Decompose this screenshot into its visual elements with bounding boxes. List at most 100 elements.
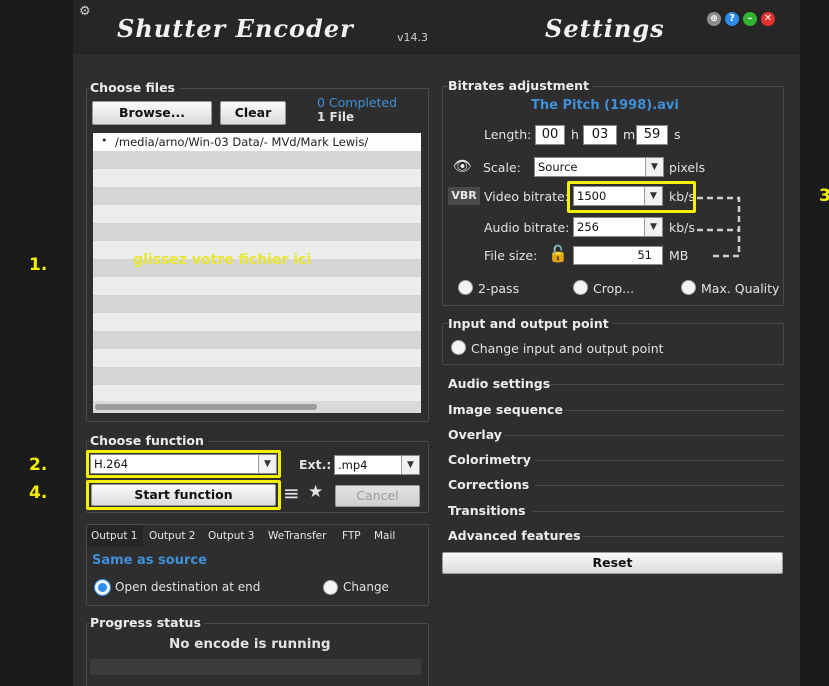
audio-bitrate-label: Audio bitrate:	[484, 220, 570, 235]
completed-count: 0 Completed	[317, 95, 398, 110]
audio-bitrate-select[interactable]: 256 ▼	[573, 217, 663, 237]
crop-label: Crop...	[593, 281, 635, 296]
scrollbar-thumb[interactable]	[95, 404, 317, 410]
annotation-2: 2.	[29, 455, 48, 475]
two-pass-radio[interactable]	[458, 280, 473, 295]
seconds-unit: s	[674, 127, 681, 142]
list-item[interactable]: • /media/arno/Win-03 Data/- MVd/Mark Lew…	[93, 133, 421, 151]
section-colorimetry[interactable]: Colorimetry	[448, 452, 535, 467]
extension-select[interactable]: .mp4 ▼	[334, 455, 420, 475]
chevron-down-icon: ▼	[401, 456, 419, 474]
annotation-3: 3	[819, 186, 829, 206]
section-corrections[interactable]: Corrections	[448, 477, 534, 492]
eye-icon[interactable]: 👁	[453, 157, 472, 175]
length-label: Length:	[484, 127, 532, 142]
section-transitions[interactable]: Transitions	[448, 503, 530, 518]
tab-mail[interactable]: Mail	[374, 530, 395, 542]
version-label: v14.3	[397, 31, 429, 44]
open-destination-label: Open destination at end	[115, 580, 261, 594]
ext-label: Ext.:	[299, 457, 332, 472]
unlock-icon[interactable]: 🔓	[548, 244, 568, 263]
max-quality-radio[interactable]	[681, 280, 696, 295]
close-button[interactable]: ✕	[761, 12, 775, 26]
tab-wetransfer[interactable]: WeTransfer	[268, 530, 326, 542]
seconds-field[interactable]: 59	[636, 125, 668, 145]
link-lines	[697, 196, 741, 258]
file-size-field[interactable]: 51	[573, 246, 663, 265]
io-point-radio[interactable]	[451, 340, 466, 355]
section-divider	[535, 485, 784, 486]
extension-value: .mp4	[338, 458, 368, 472]
change-destination-radio[interactable]	[323, 580, 338, 595]
bullet-icon: •	[101, 134, 108, 147]
audio-bitrate-unit: kb/s	[669, 220, 695, 235]
reset-button[interactable]: Reset	[442, 552, 783, 574]
hours-field[interactable]: 00	[535, 125, 565, 145]
file-list[interactable]: • /media/arno/Win-03 Data/- MVd/Mark Lew…	[93, 133, 421, 413]
annotation-1: 1.	[29, 255, 48, 275]
section-image-sequence[interactable]: Image sequence	[448, 402, 567, 417]
menu-icon[interactable]: ≡	[283, 481, 300, 505]
app-title: Shutter Encoder	[117, 14, 354, 43]
video-bitrate-label: Video bitrate:	[484, 189, 569, 204]
open-destination-radio[interactable]	[95, 580, 110, 595]
io-point-title: Input and output point	[448, 316, 613, 331]
tab-output-2[interactable]: Output 2	[149, 530, 196, 542]
file-size-label: File size:	[484, 248, 538, 263]
clear-button[interactable]: Clear	[220, 101, 286, 125]
two-pass-label: 2-pass	[478, 281, 520, 296]
cancel-button[interactable]: Cancel	[335, 485, 420, 507]
highlight-start	[86, 480, 281, 510]
change-destination-label: Change	[343, 580, 389, 594]
minutes-field[interactable]: 03	[583, 125, 617, 145]
chevron-down-icon: ▼	[645, 158, 663, 176]
help-button[interactable]: ?	[725, 12, 739, 26]
section-divider	[533, 511, 784, 512]
highlight-video-bitrate	[567, 181, 696, 213]
gear-icon[interactable]: ⚙	[79, 4, 91, 19]
destination-label: Same as source	[92, 553, 207, 568]
vbr-toggle[interactable]: VBR	[448, 187, 480, 205]
choose-files-title: Choose files	[90, 80, 179, 95]
max-quality-label: Max. Quality	[701, 281, 780, 296]
star-icon[interactable]: ★	[308, 482, 323, 502]
file-count: 1 File	[317, 110, 355, 124]
highlight-function	[86, 450, 281, 478]
minimize-button[interactable]: –	[743, 12, 757, 26]
section-divider	[505, 435, 784, 436]
app-window: ⚙ Shutter Encoder v14.3 Settings ⊕ ? – ✕…	[73, 0, 800, 686]
hours-unit: h	[571, 127, 579, 142]
audio-bitrate-value: 256	[577, 220, 599, 234]
scale-select[interactable]: Source ▼	[534, 157, 664, 177]
io-point-label: Change input and output point	[471, 341, 664, 356]
file-size-unit: MB	[669, 248, 689, 263]
drop-hint: glissez votre fichier ici	[133, 252, 312, 268]
section-divider	[565, 410, 784, 411]
tab-output-1[interactable]: Output 1	[91, 530, 138, 542]
globe-icon[interactable]: ⊕	[707, 12, 721, 26]
progress-bar	[90, 659, 421, 675]
chevron-down-icon: ▼	[644, 218, 662, 236]
file-path: /media/arno/Win-03 Data/- MVd/Mark Lewis…	[115, 135, 369, 149]
scale-value: Source	[538, 160, 578, 174]
horizontal-scrollbar[interactable]	[93, 401, 421, 413]
scale-label: Scale:	[483, 160, 521, 175]
choose-function-title: Choose function	[90, 433, 208, 448]
section-advanced-features[interactable]: Advanced features	[448, 528, 585, 543]
section-divider	[535, 460, 784, 461]
minutes-unit: m	[623, 127, 636, 142]
tab-output-3[interactable]: Output 3	[208, 530, 255, 542]
title-bar: ⚙ Shutter Encoder v14.3 Settings ⊕ ? – ✕	[73, 0, 800, 55]
section-audio-settings[interactable]: Audio settings	[448, 376, 555, 391]
progress-group	[86, 623, 429, 686]
browse-button[interactable]: Browse...	[92, 101, 212, 125]
bitrates-title: Bitrates adjustment	[448, 78, 593, 93]
tab-ftp[interactable]: FTP	[342, 530, 361, 542]
section-overlay[interactable]: Overlay	[448, 427, 506, 442]
settings-title: Settings	[545, 14, 665, 43]
section-divider	[583, 536, 784, 537]
section-divider	[549, 384, 784, 385]
annotation-4: 4.	[29, 483, 48, 503]
progress-status: No encode is running	[169, 636, 331, 652]
crop-radio[interactable]	[573, 280, 588, 295]
